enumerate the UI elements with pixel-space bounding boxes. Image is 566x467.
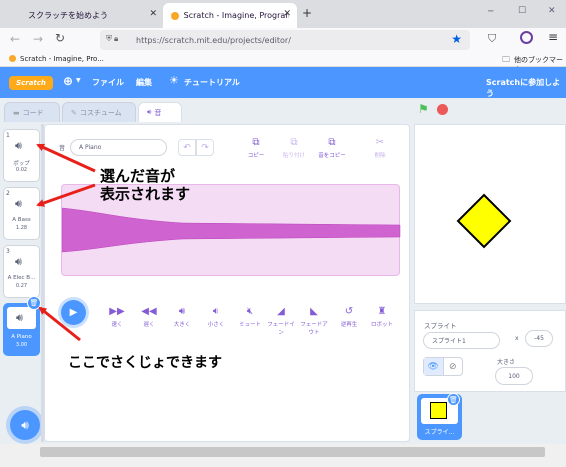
arrow-to-sound-2	[36, 183, 96, 207]
annotation-arrows	[36, 143, 96, 342]
annotation-selected-sound: 選んだ音が 表示されます	[100, 167, 191, 203]
arrow-to-sound-1	[36, 143, 96, 173]
arrow-to-delete-button	[38, 306, 81, 342]
annotation-delete-here: ここでさくじょできます	[68, 355, 222, 371]
